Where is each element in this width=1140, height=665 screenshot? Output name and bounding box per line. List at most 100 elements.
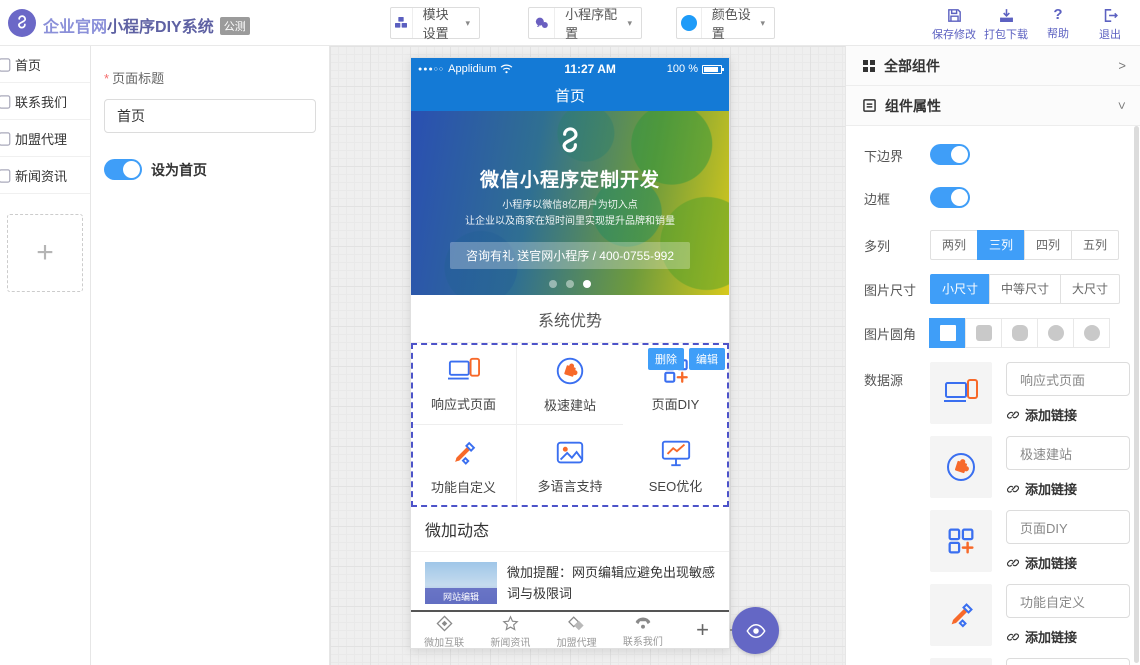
news-list-item[interactable]: 网站编辑 微加提醒：网页编辑应避免出现敏感词与极限词 <box>411 552 729 605</box>
border-toggle[interactable] <box>930 187 970 208</box>
set-home-toggle[interactable] <box>104 159 142 180</box>
toggle-knob <box>951 146 968 163</box>
columns-option-5[interactable]: 五列 <box>1071 230 1119 260</box>
add-link-button[interactable]: 添加链接 <box>1006 627 1130 646</box>
columns-label: 多列 <box>864 235 930 255</box>
add-link-label: 添加链接 <box>1025 627 1077 646</box>
add-link-button[interactable]: 添加链接 <box>1006 553 1130 572</box>
radius-option-4[interactable] <box>1073 318 1110 348</box>
datasource-item: 添加链接 <box>930 362 1130 424</box>
image-radius-label: 图片圆角 <box>864 323 930 343</box>
save-button[interactable]: 保存修改 <box>928 4 980 42</box>
page-icon <box>0 95 11 109</box>
radius-options <box>930 318 1110 348</box>
image-size-label: 图片尺寸 <box>864 279 930 299</box>
component-props-header[interactable]: 组件属性 > <box>846 86 1140 126</box>
chevron-down-icon: > <box>1115 102 1130 110</box>
sidebar-item-contact[interactable]: 联系我们 <box>0 83 90 120</box>
datasource-thumb[interactable] <box>930 584 992 646</box>
bottom-border-toggle[interactable] <box>930 144 970 165</box>
color-settings-label: 颜色设置 <box>702 4 761 42</box>
datasource-name-input[interactable] <box>1006 658 1130 665</box>
add-page-button[interactable]: + <box>7 214 83 292</box>
datasource-thumb[interactable] <box>930 362 992 424</box>
link-icon <box>1006 556 1020 570</box>
size-option-large[interactable]: 大尺寸 <box>1060 274 1120 304</box>
radius-option-1[interactable] <box>965 318 1002 348</box>
advantage-custom[interactable]: 功能自定义 <box>411 425 517 507</box>
sidebar-item-news[interactable]: 新闻资讯 <box>0 157 90 194</box>
datasource-name-input[interactable] <box>1006 584 1130 618</box>
brand-diamond-icon <box>435 614 454 633</box>
components-grid-icon <box>863 60 875 72</box>
size-option-small-selected[interactable]: 小尺寸 <box>930 274 990 304</box>
dot[interactable] <box>566 280 574 288</box>
tab-contact[interactable]: 联系我们 <box>610 612 676 648</box>
module-settings-label: 模块设置 <box>413 4 466 42</box>
size-option-medium[interactable]: 中等尺寸 <box>989 274 1061 304</box>
advantage-responsive[interactable]: 响应式页面 <box>411 343 517 425</box>
advantage-label: 响应式页面 <box>431 394 496 413</box>
module-settings-menu[interactable]: 模块设置 ▾ <box>390 7 480 39</box>
preview-button[interactable] <box>732 607 779 654</box>
columns-option-4[interactable]: 四列 <box>1024 230 1072 260</box>
dot-active[interactable] <box>583 280 591 288</box>
page-icon <box>0 132 11 146</box>
datasource-thumb[interactable] <box>930 436 992 498</box>
exit-button[interactable]: 退出 <box>1084 4 1136 42</box>
datasource-name-input[interactable] <box>1006 436 1130 470</box>
save-label: 保存修改 <box>932 26 976 42</box>
toggle-knob <box>123 161 140 178</box>
top-header: 企业官网小程序DIY系统公测 模块设置 ▾ 小程序配置 ▾ 颜色设置 ▾ 保存修… <box>0 0 1140 46</box>
tab-weijia[interactable]: 微加互联 <box>411 612 477 649</box>
banner-logo-icon <box>553 125 587 159</box>
columns-option-3-selected[interactable]: 三列 <box>977 230 1025 260</box>
datasource-item: 添加链接 <box>930 584 1130 646</box>
app-title-secondary: 小程序DIY系统 <box>107 19 214 36</box>
add-link-button[interactable]: 添加链接 <box>1006 405 1130 424</box>
page-title-input[interactable] <box>104 99 316 133</box>
radius-option-0-selected[interactable] <box>929 318 966 348</box>
phone-nav-bar: 首页 <box>411 80 729 111</box>
dot[interactable] <box>549 280 557 288</box>
page-title-label-row: *页面标题 <box>104 68 316 88</box>
component-props-label: 组件属性 <box>885 96 941 116</box>
sidebar-item-agent[interactable]: 加盟代理 <box>0 120 90 157</box>
datasource-name-input[interactable] <box>1006 362 1130 396</box>
advantage-speed[interactable]: 极速建站 <box>517 343 623 425</box>
banner-subtitle-line1: 小程序以微信8亿用户为切入点 <box>465 198 675 214</box>
tab-add-button[interactable]: + <box>676 617 729 643</box>
miniprogram-config-menu[interactable]: 小程序配置 ▾ <box>528 7 642 39</box>
edit-component-button[interactable]: 编辑 <box>689 348 725 370</box>
inspector-scrollbar[interactable] <box>1134 126 1139 663</box>
advantage-multilang[interactable]: 多语言支持 <box>517 425 623 507</box>
tab-news[interactable]: 新闻资讯 <box>477 612 543 649</box>
advantage-seo[interactable]: SEO优化 <box>623 425 729 507</box>
tab-label: 微加互联 <box>424 634 464 649</box>
delete-component-button[interactable]: 删除 <box>648 348 684 370</box>
advantages-grid-selected-component[interactable]: 删除 编辑 响应式页面 极速建站 页面DIY <box>411 343 729 507</box>
page-title-label: 页面标题 <box>112 71 164 86</box>
datasource-name-input[interactable] <box>1006 510 1130 544</box>
custom-function-icon <box>447 436 481 470</box>
tab-agent[interactable]: 加盟代理 <box>544 612 610 649</box>
banner-carousel[interactable]: 微信小程序定制开发 小程序以微信8亿用户为切入点 让企业以及商家在短时间里实现提… <box>411 111 729 295</box>
color-settings-menu[interactable]: 颜色设置 ▾ <box>676 7 775 39</box>
sidebar-item-home[interactable]: 首页 <box>0 46 90 83</box>
datasource-thumb[interactable] <box>930 658 992 665</box>
signal-dots-icon: ●●●○○ <box>418 66 444 73</box>
radius-option-3[interactable] <box>1037 318 1074 348</box>
help-button[interactable]: ? 帮助 <box>1032 4 1084 42</box>
columns-option-2[interactable]: 两列 <box>930 230 978 260</box>
radius-option-2[interactable] <box>1001 318 1038 348</box>
inspector-body: 下边界 边框 多列 两列 三列 四列 五列 图片尺寸 小尺寸 中等尺寸 大尺寸 <box>846 126 1140 665</box>
all-components-header[interactable]: 全部组件 > <box>846 46 1140 86</box>
add-link-button[interactable]: 添加链接 <box>1006 479 1130 498</box>
sidebar-item-label: 首页 <box>15 55 41 74</box>
download-button[interactable]: 打包下载 <box>980 4 1032 42</box>
advantages-section-title: 系统优势 <box>411 295 729 343</box>
battery-icon <box>702 65 722 74</box>
advantage-label: 极速建站 <box>544 395 596 414</box>
wifi-icon <box>500 64 513 74</box>
datasource-thumb[interactable] <box>930 510 992 572</box>
